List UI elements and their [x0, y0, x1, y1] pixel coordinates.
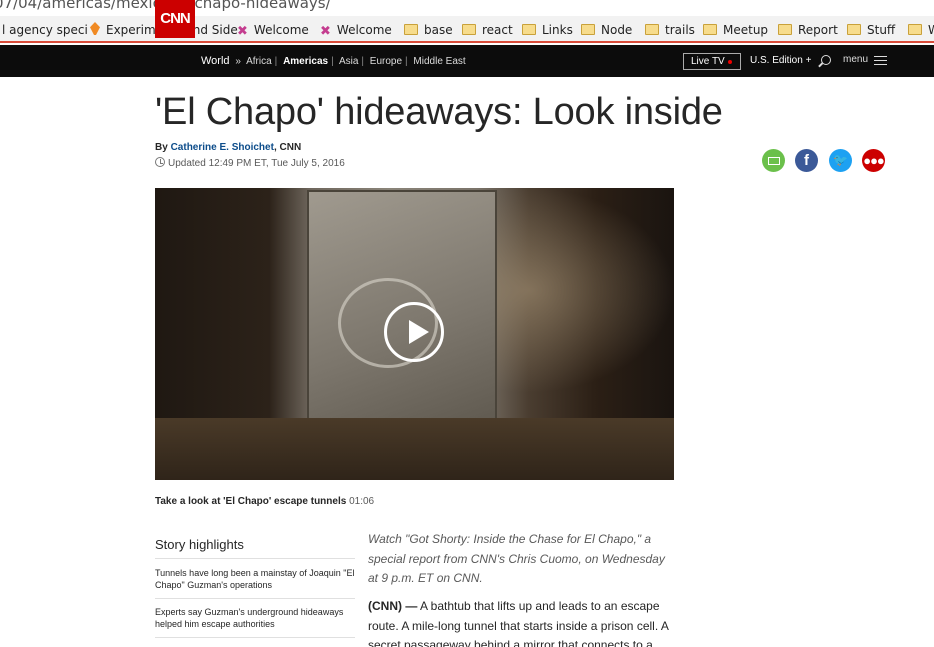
cnn-logo[interactable]: CNN: [155, 0, 195, 38]
edition-selector[interactable]: U.S. Edition +: [750, 55, 811, 66]
nav-middle-east[interactable]: Middle East: [413, 56, 465, 67]
email-share-button[interactable]: [762, 149, 785, 172]
divider: [155, 558, 355, 559]
nav-asia[interactable]: Asia: [339, 56, 358, 67]
nav-europe[interactable]: Europe: [370, 56, 402, 67]
nav-arrow: »: [235, 56, 241, 67]
more-share-button[interactable]: ●●●: [862, 149, 885, 172]
bookmark-base[interactable]: base: [404, 22, 453, 38]
video-duration: 01:06: [349, 496, 375, 507]
bookmark-report[interactable]: Report: [778, 22, 838, 38]
updated-timestamp: Updated 12:49 PM ET, Tue July 5, 2016: [155, 157, 345, 169]
bookmark-w[interactable]: W: [908, 22, 934, 38]
bookmark-stuff[interactable]: Stuff: [847, 22, 895, 38]
live-tv-button[interactable]: Live TV: [683, 53, 741, 70]
envelope-icon: [767, 157, 780, 165]
twitter-bird-icon: 🐦: [833, 153, 848, 167]
facebook-icon: f: [804, 152, 809, 169]
nav-americas[interactable]: Americas: [283, 56, 328, 67]
byline: By Catherine E. Shoichet, CNN: [155, 142, 302, 153]
bookmark-meetup[interactable]: Meetup: [703, 22, 768, 38]
bookmark-trails[interactable]: trails: [645, 22, 695, 38]
video-caption: Take a look at 'El Chapo' escape tunnels…: [155, 496, 375, 507]
folder-icon: [703, 24, 717, 35]
more-dots-icon: ●●●: [863, 153, 885, 168]
play-icon[interactable]: [384, 302, 444, 362]
folder-icon: [404, 24, 418, 35]
article-title: 'El Chapo' hideaways: Look inside: [155, 91, 723, 133]
menu-label[interactable]: menu: [843, 54, 868, 65]
intro-note: Watch "Got Shorty: Inside the Chase for …: [368, 532, 665, 585]
bookmark-welcome-2[interactable]: ✖ Welcome: [320, 22, 392, 39]
video-player[interactable]: [155, 188, 674, 480]
folder-icon: [462, 24, 476, 35]
folder-icon: [645, 24, 659, 35]
folder-icon: [908, 24, 922, 35]
bookmarks-bar: l agency speci Experiments and Side ✖ Wel…: [0, 16, 934, 43]
folder-icon: [847, 24, 861, 35]
author-link[interactable]: Catherine E. Shoichet: [171, 142, 274, 153]
nav-world[interactable]: World: [201, 55, 230, 67]
live-dot-icon: [728, 60, 732, 64]
pinwheel-icon: ✖: [237, 24, 248, 39]
twitter-share-button[interactable]: 🐦: [829, 149, 852, 172]
tunnel-floor: [155, 418, 674, 480]
bookmark-node[interactable]: Node: [581, 22, 632, 38]
folder-icon: [581, 24, 595, 35]
address-bar[interactable]: 07/04/americas/mexico-el-chapo-hideaways…: [0, 0, 934, 16]
folder-icon: [778, 24, 792, 35]
orange-diamond-icon: [90, 22, 100, 35]
nav-africa[interactable]: Africa: [246, 56, 272, 67]
bookmark-welcome-1[interactable]: ✖ Welcome: [237, 22, 309, 39]
facebook-share-button[interactable]: f: [795, 149, 818, 172]
pinwheel-icon: ✖: [320, 24, 331, 39]
bookmark-react[interactable]: react: [462, 22, 513, 38]
hamburger-icon[interactable]: [874, 56, 887, 65]
cnn-header: World » Africa | Americas | Asia | Europe | …: [0, 45, 934, 77]
section-nav: World » Africa | Americas | Asia | Europe | …: [201, 55, 466, 67]
bookmark-links[interactable]: Links: [522, 22, 573, 38]
divider: [155, 637, 355, 638]
article-paragraph: (CNN) — A bathtub that lifts up and lead…: [368, 599, 669, 647]
story-highlights-title: Story highlights: [155, 537, 244, 552]
highlight-item: Tunnels have long been a mainstay of Joa…: [155, 568, 355, 590]
bookmark-agency[interactable]: l agency speci: [2, 22, 88, 38]
folder-icon: [522, 24, 536, 35]
highlight-item: Experts say Guzman's underground hideawa…: [155, 607, 344, 629]
clock-icon: [155, 157, 165, 167]
search-icon[interactable]: [821, 55, 831, 65]
dateline: (CNN) —: [368, 599, 418, 613]
divider: [155, 598, 355, 599]
